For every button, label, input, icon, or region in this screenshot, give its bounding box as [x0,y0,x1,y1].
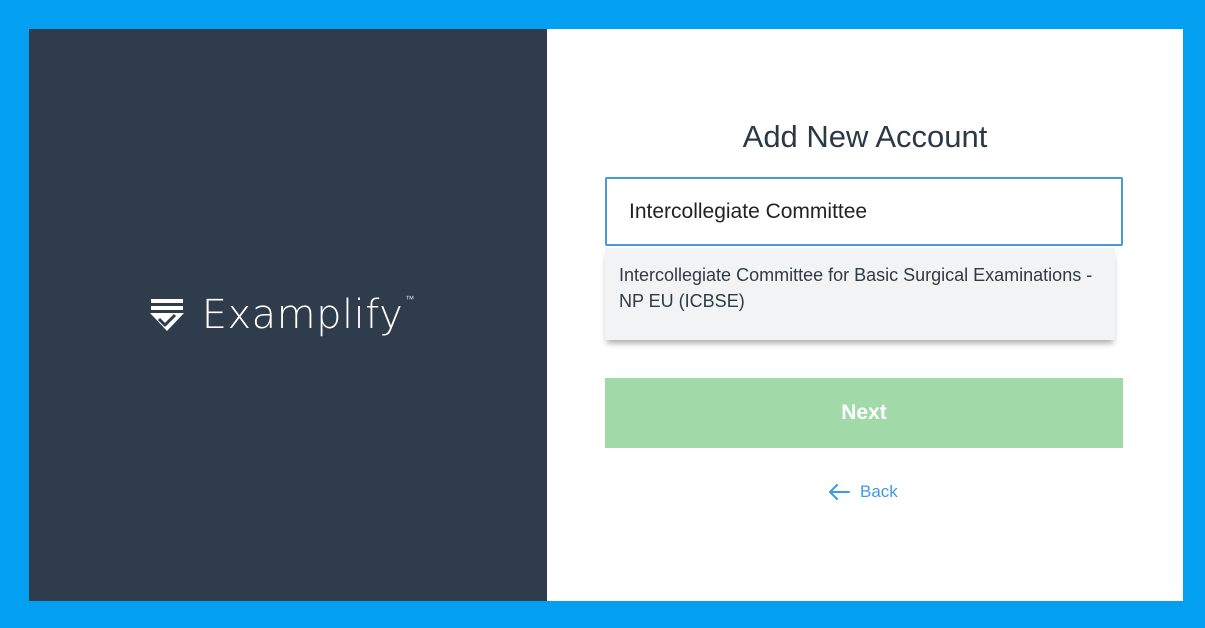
page-title: Add New Account [742,119,988,154]
trademark-symbol: ™ [405,294,415,304]
app-window: Examplify ™ Add New Account Intercollegi… [29,29,1183,601]
back-link[interactable]: Back [828,482,898,502]
suggestion-dropdown: Intercollegiate Committee for Basic Surg… [605,248,1115,340]
examplify-logo: Examplify ™ [148,292,415,338]
suggestion-item[interactable]: Intercollegiate Committee for Basic Surg… [605,248,1115,314]
arrow-left-icon [829,484,850,500]
institution-search-input[interactable] [605,177,1123,246]
stacked-check-icon [149,299,184,331]
account-form-panel: Add New Account Intercollegiate Committe… [547,29,1183,601]
brand-name: Examplify [201,292,404,338]
brand-panel: Examplify ™ [29,29,547,601]
back-label: Back [860,482,898,501]
next-button[interactable]: Next [605,378,1123,448]
